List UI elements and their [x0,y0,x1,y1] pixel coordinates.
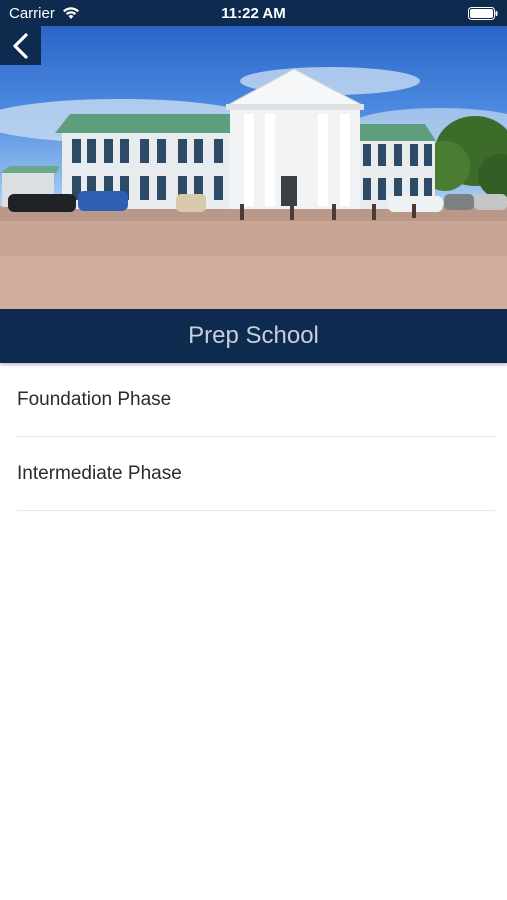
phase-list: Foundation Phase Intermediate Phase [0,363,507,511]
battery-icon [468,7,498,20]
status-bar: Carrier 11:22 AM [0,0,507,26]
header-bar: Prep School [0,309,507,363]
list-item-foundation-phase[interactable]: Foundation Phase [17,363,495,437]
list-item-intermediate-phase[interactable]: Intermediate Phase [17,437,495,511]
school-photo [0,26,507,309]
back-button[interactable] [0,26,41,65]
page-title: Prep School [188,322,319,349]
clock: 11:22 AM [221,5,286,22]
chevron-left-icon [12,32,28,59]
list-item-label: Intermediate Phase [17,462,182,484]
list-item-label: Foundation Phase [17,388,172,410]
